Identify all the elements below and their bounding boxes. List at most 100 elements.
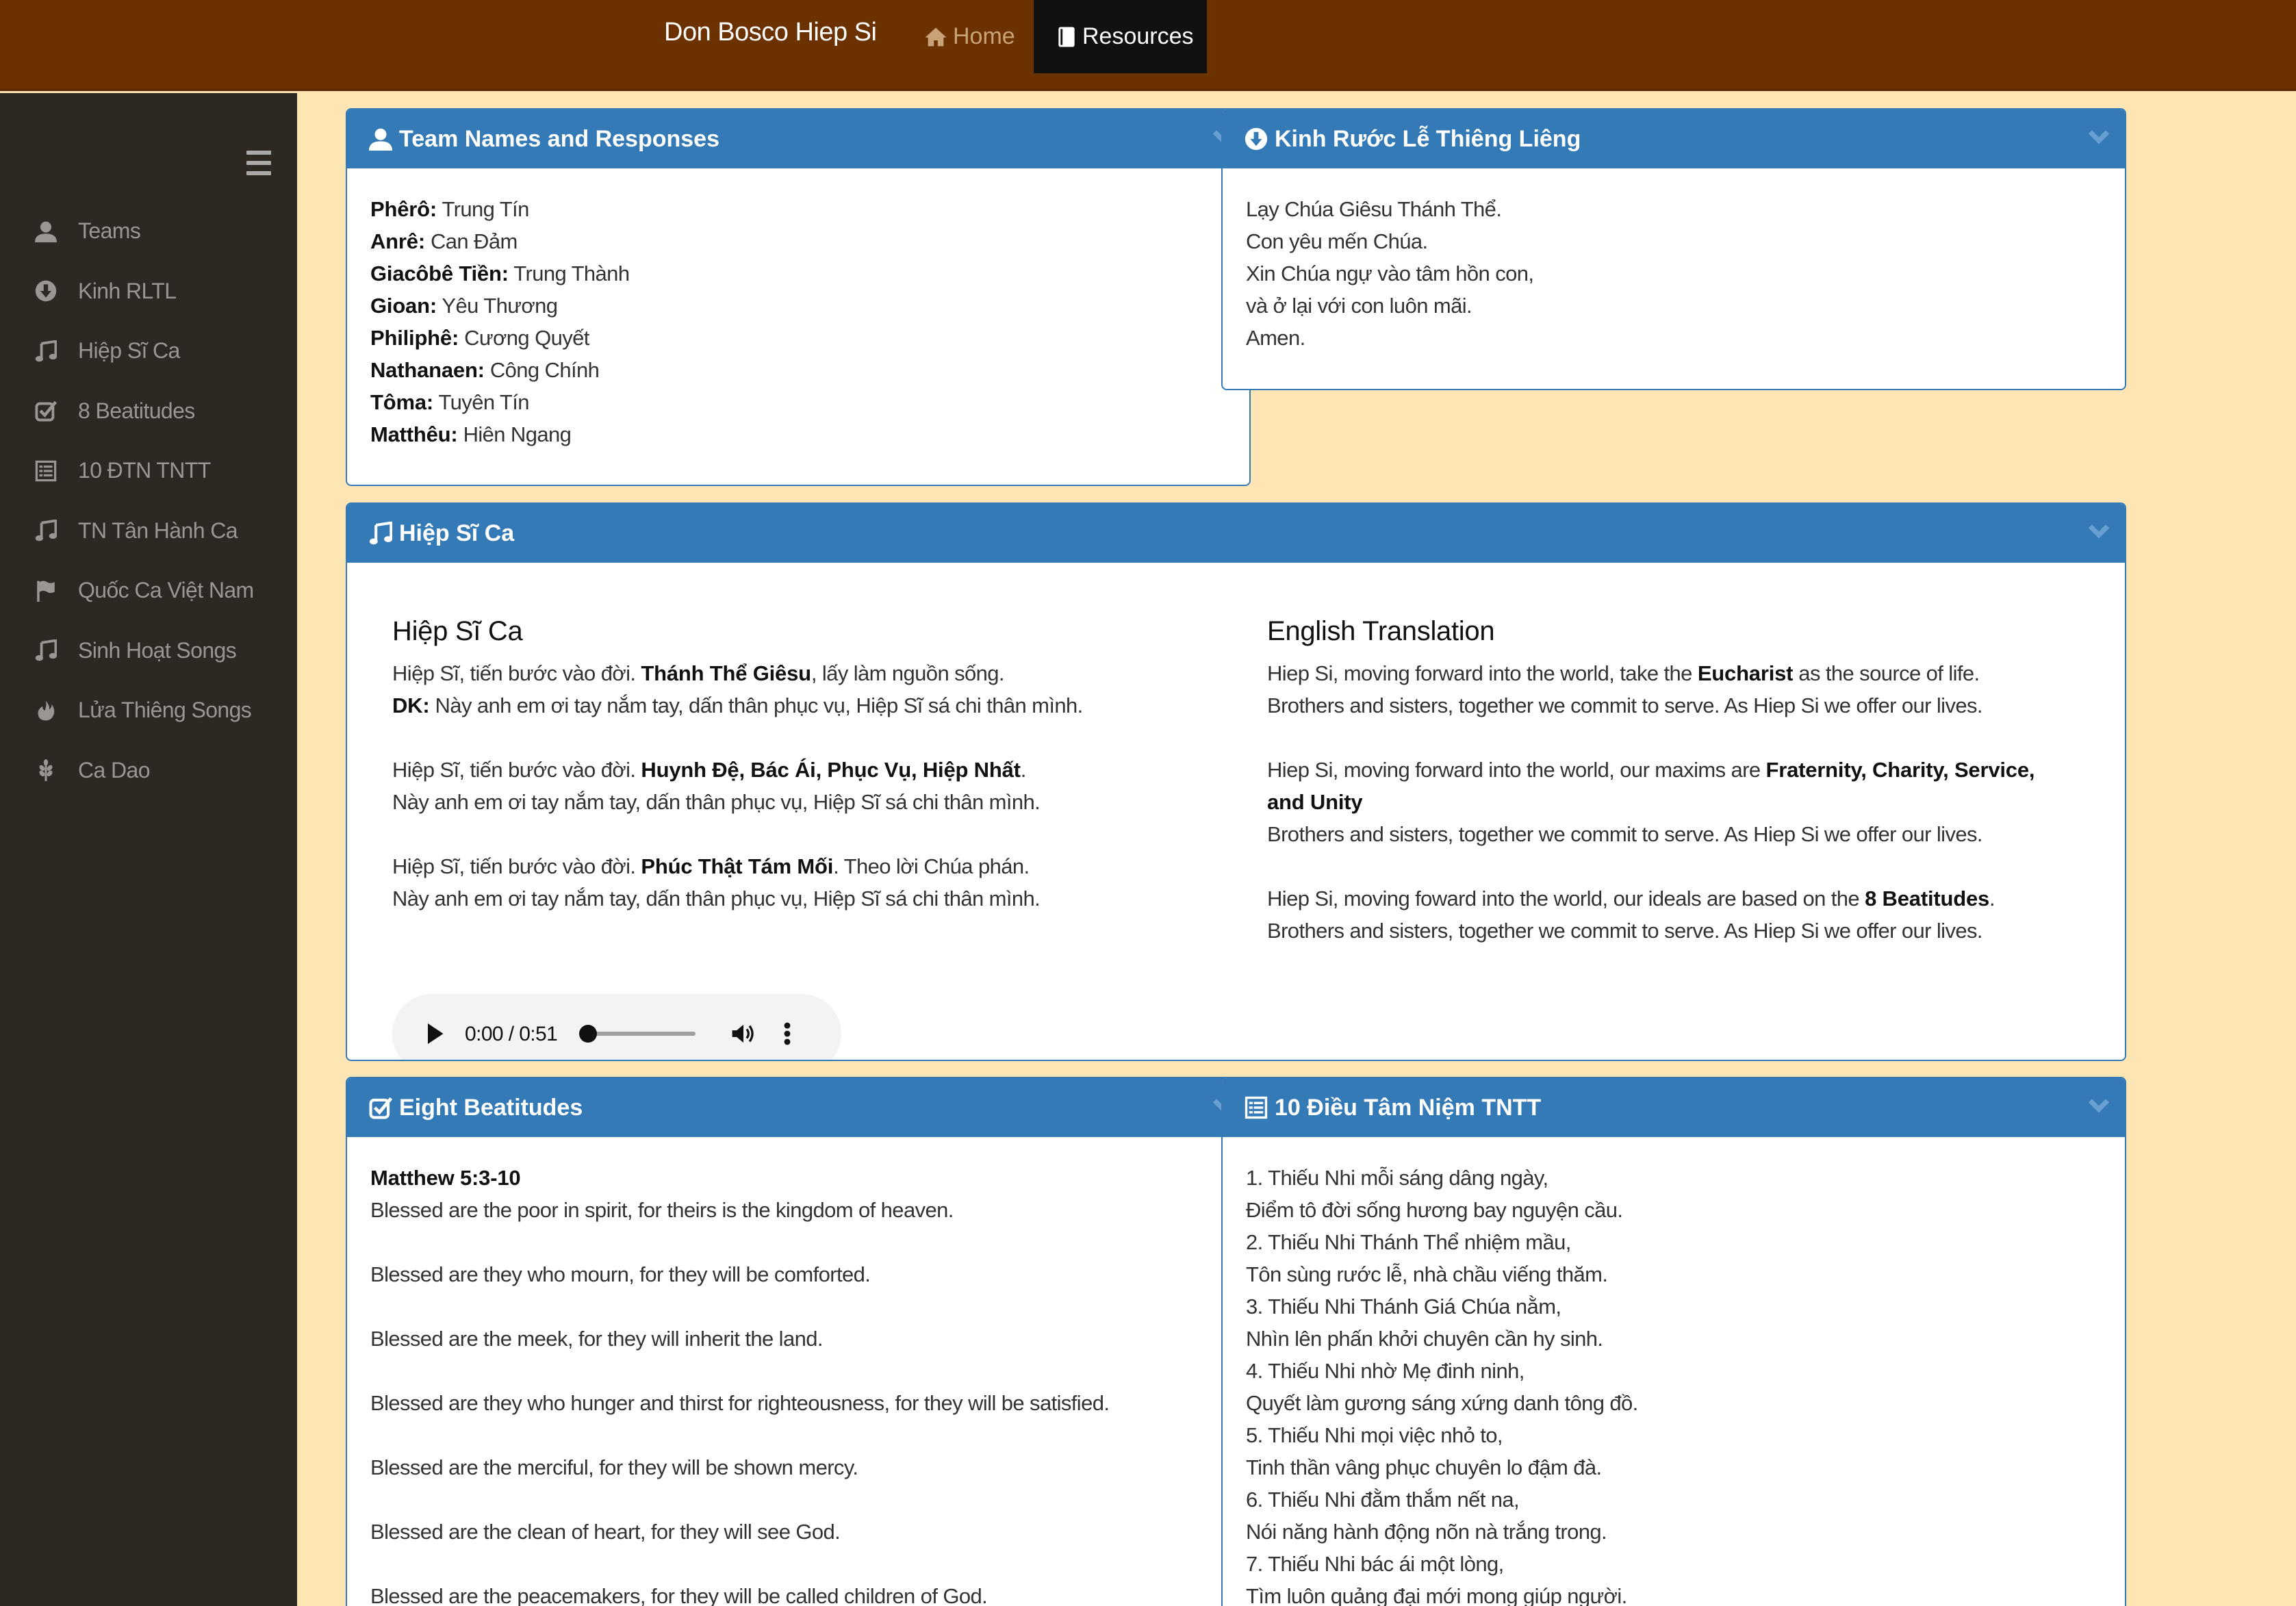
text-line: Blessed are the peacemakers, for they wi…: [370, 1584, 988, 1606]
text-line: Blessed are the clean of heart, for they…: [370, 1520, 841, 1544]
text-line: Blessed are they who mourn, for they wil…: [370, 1262, 871, 1286]
sidebar-item-lua-thieng-songs[interactable]: Lửa Thiêng Songs: [0, 680, 297, 741]
list-item: Nathanaen: Công Chính: [370, 358, 600, 382]
more-options-icon[interactable]: [783, 1022, 791, 1045]
text-line: Tôn sùng rước lễ, nhà chầu viếng thăm.: [1246, 1262, 1608, 1286]
panel-title: Team Names and Responses: [399, 125, 719, 152]
panel-title: Hiệp Sĩ Ca: [399, 520, 515, 546]
text-line: 6. Thiếu Nhi đằm thắm nết na,: [1246, 1488, 1520, 1512]
audio-time: 0:00 / 0:51: [465, 1022, 558, 1045]
audio-progress-slider[interactable]: [579, 1025, 696, 1043]
text-line: 5. Thiếu Nhi mọi việc nhỏ to,: [1246, 1423, 1503, 1447]
panel-title: Kinh Rước Lễ Thiêng Liêng: [1275, 125, 1581, 152]
nav-home-link[interactable]: Home: [924, 0, 1015, 73]
sidebar-item-label: Quốc Ca Việt Nam: [78, 578, 254, 603]
book-icon: [1058, 26, 1075, 47]
text-line: Quyết làm gương sáng xứng danh tông đồ.: [1246, 1391, 1638, 1415]
list-item: Matthêu: Hiên Ngang: [370, 422, 572, 446]
panel-title: Eight Beatitudes: [399, 1094, 583, 1121]
sidebar-item-10-dtn-tntt[interactable]: 10 ĐTN TNTT: [0, 441, 297, 501]
lyric-line: Hiep Si, moving foward into the world, o…: [1267, 887, 1995, 910]
nav-home-label: Home: [953, 23, 1015, 49]
audio-progress-knob[interactable]: [579, 1025, 598, 1043]
english-translation: English Translation Hiep Si, moving forw…: [1267, 590, 2109, 947]
lyric-line: Hiệp Sĩ, tiến bước vào đời. Huynh Đệ, Bá…: [392, 758, 1026, 782]
text-line: Điểm tô đời sống hương bay nguyện cầu.: [1246, 1198, 1623, 1222]
sidebar-list: Teams Kinh RLTL Hiệp Sĩ Ca 8 Beatitudes …: [0, 201, 297, 800]
sidebar-item-8-beatitudes[interactable]: 8 Beatitudes: [0, 381, 297, 442]
lyrics-heading: Hiệp Sĩ Ca: [392, 616, 523, 646]
tntt-panel: 10 Điều Tâm Niệm TNTT 1. Thiếu Nhi mỗi s…: [1221, 1077, 2126, 1606]
text-line: Blessed are they who hunger and thirst f…: [370, 1391, 1110, 1415]
home-icon: [925, 27, 947, 46]
grain-icon: [33, 757, 59, 783]
lyric-line: Hiep Si, moving forward into the world, …: [1267, 758, 2035, 782]
list-alt-icon: [33, 458, 59, 484]
sidebar-item-label: 10 ĐTN TNTT: [78, 458, 211, 483]
list-item: Philiphê: Cương Quyết: [370, 326, 589, 350]
music-icon: [33, 338, 59, 364]
volume-icon[interactable]: [731, 1022, 756, 1045]
tntt-panel-header[interactable]: 10 Điều Tâm Niệm TNTT: [1223, 1078, 2125, 1137]
sidebar-item-label: Teams: [78, 218, 141, 244]
brand-title[interactable]: Don Bosco Hiep Si: [664, 18, 877, 47]
list-item: Gioan: Yêu Thương: [370, 294, 558, 318]
text-line: Blessed are the poor in spirit, for thei…: [370, 1198, 954, 1222]
text-line: và ở lại với con luôn mãi.: [1246, 294, 1472, 318]
check-square-icon: [33, 398, 59, 424]
list-item: Anrê: Can Đảm: [370, 229, 518, 253]
sidebar-item-quoc-ca-viet-nam[interactable]: Quốc Ca Việt Nam: [0, 561, 297, 621]
sidebar-item-ca-dao[interactable]: Ca Dao: [0, 741, 297, 801]
beatitudes-text: Matthew 5:3-10 Blessed are the poor in s…: [347, 1137, 1249, 1606]
user-icon: [33, 218, 59, 244]
text-line: Tìm luôn quảng đại mới mong giúp người.: [1246, 1584, 1627, 1606]
text-line: 2. Thiếu Nhi Thánh Thể nhiệm mầu,: [1246, 1230, 1571, 1254]
menu-toggle-icon[interactable]: [246, 151, 271, 177]
lyric-line: Brothers and sisters, together we commit…: [1267, 919, 1983, 943]
sidebar-item-label: TN Tân Hành Ca: [78, 518, 238, 543]
list-item: Tôma: Tuyên Tín: [370, 390, 530, 414]
sidebar-item-hiep-si-ca[interactable]: Hiệp Sĩ Ca: [0, 321, 297, 381]
chevron-down-icon[interactable]: [2087, 519, 2111, 544]
fire-icon: [33, 698, 59, 724]
lyric-line: and Unity: [1267, 790, 1363, 814]
text-line: 3. Thiếu Nhi Thánh Giá Chúa nằm,: [1246, 1295, 1561, 1318]
kinh-panel-header[interactable]: Kinh Rước Lễ Thiêng Liêng: [1223, 110, 2125, 168]
play-icon[interactable]: [425, 1023, 444, 1044]
text-line: 4. Thiếu Nhi nhờ Mẹ đinh ninh,: [1246, 1359, 1525, 1383]
kinh-panel: Kinh Rước Lễ Thiêng Liêng Lạy Chúa Giêsu…: [1221, 108, 2126, 390]
download-circle-icon: [1245, 127, 1268, 151]
lyric-line: Hiep Si, moving forward into the world, …: [1267, 661, 1980, 685]
lyric-line: Hiệp Sĩ, tiến bước vào đời. Thánh Thể Gi…: [392, 661, 1005, 685]
sidebar-item-teams[interactable]: Teams: [0, 201, 297, 262]
sidebar-item-tn-tan-hanh-ca[interactable]: TN Tân Hành Ca: [0, 501, 297, 561]
sidebar-item-label: Lửa Thiêng Songs: [78, 698, 252, 723]
chevron-down-icon[interactable]: [2087, 125, 2111, 149]
translation-heading: English Translation: [1267, 616, 1495, 646]
tntt-text: 1. Thiếu Nhi mỗi sáng dâng ngày, Điểm tô…: [1223, 1137, 2125, 1606]
music-icon: [369, 522, 392, 545]
sidebar-item-kinh-rltl[interactable]: Kinh RLTL: [0, 262, 297, 322]
chevron-down-icon[interactable]: [2087, 1093, 2111, 1118]
lyric-line: Hiệp Sĩ, tiến bước vào đời. Phúc Thật Tá…: [392, 854, 1030, 878]
teams-list: Phêrô: Trung Tín Anrê: Can Đảm Giacôbê T…: [347, 168, 1249, 485]
hiep-si-ca-panel-header[interactable]: Hiệp Sĩ Ca: [347, 504, 2125, 563]
text-line: Blessed are the meek, for they will inhe…: [370, 1327, 823, 1351]
text-line: Lạy Chúa Giêsu Thánh Thể.: [1246, 197, 1502, 221]
beatitudes-panel-header[interactable]: Eight Beatitudes: [347, 1078, 1249, 1137]
hiep-si-ca-panel: Hiệp Sĩ Ca Hiệp Sĩ Ca Hiệp Sĩ, tiến bước…: [346, 502, 2126, 1061]
text-line: Amen.: [1246, 326, 1305, 350]
beatitudes-panel: Eight Beatitudes Matthew 5:3-10 Blessed …: [346, 1077, 1251, 1606]
music-icon: [33, 518, 59, 544]
text-line: Tinh thần vâng phục chuyên lo đậm đà.: [1246, 1455, 1602, 1479]
nav-resources-label: Resources: [1082, 23, 1194, 49]
text-line: Xin Chúa ngự vào tâm hồn con,: [1246, 262, 1534, 285]
nav-resources-link[interactable]: Resources: [1034, 0, 1207, 73]
check-square-icon: [369, 1096, 392, 1119]
sidebar-item-sinh-hoat-songs[interactable]: Sinh Hoạt Songs: [0, 621, 297, 681]
lyric-line: Này anh em ơi tay nắm tay, dấn thân phục…: [392, 887, 1041, 910]
vietnamese-lyrics: Hiệp Sĩ Ca Hiệp Sĩ, tiến bước vào đời. T…: [392, 590, 1214, 915]
teams-panel-header[interactable]: Team Names and Responses: [347, 110, 1249, 168]
lyric-line: DK: Này anh em ơi tay nắm tay, dấn thân …: [392, 693, 1083, 717]
audio-player: 0:00 / 0:51: [392, 994, 841, 1060]
